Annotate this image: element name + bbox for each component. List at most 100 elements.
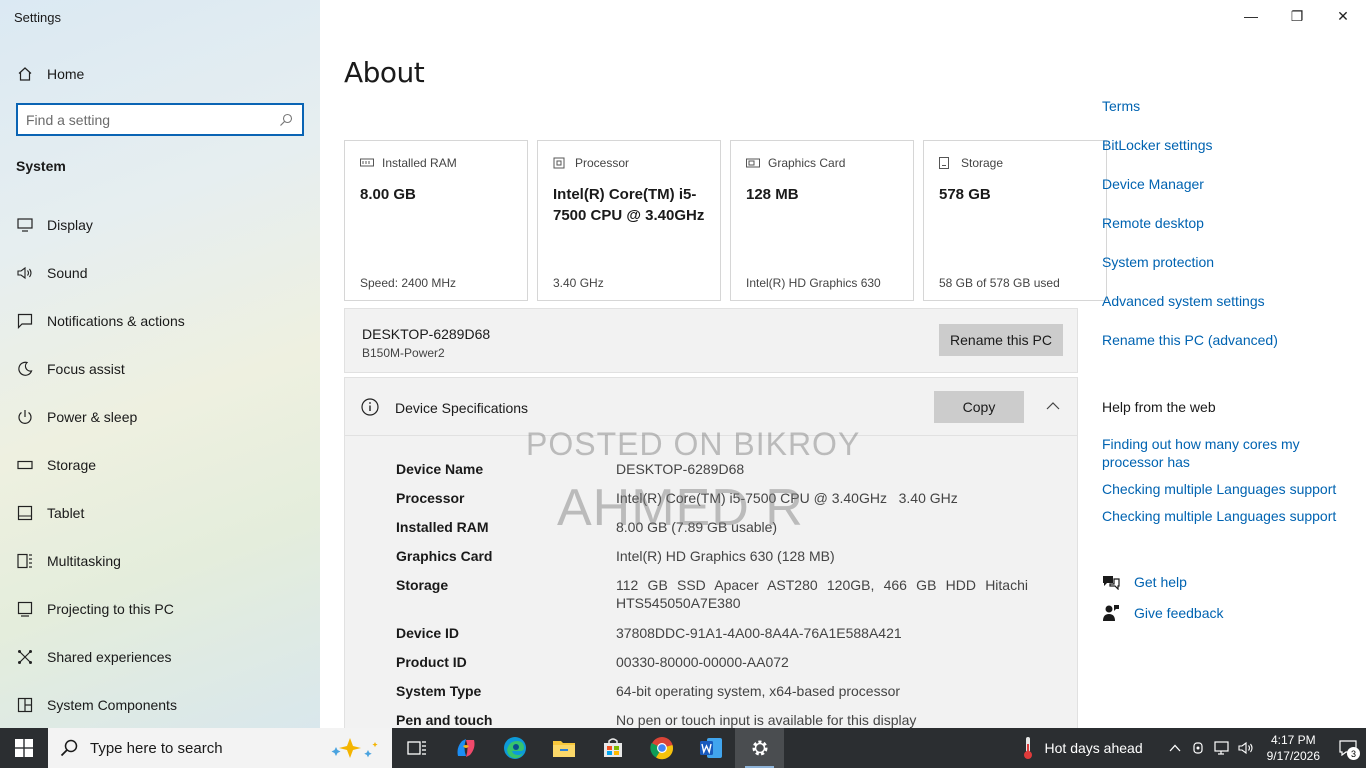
- card-value: 578 GB: [939, 186, 991, 203]
- link-system-protection[interactable]: System protection: [1102, 254, 1214, 270]
- copilot-button[interactable]: [441, 728, 490, 768]
- spec-key: Installed RAM: [396, 519, 489, 535]
- chrome-button[interactable]: [637, 728, 686, 768]
- card-label: Processor: [575, 156, 630, 170]
- close-button[interactable]: ✕: [1320, 0, 1366, 32]
- settings-search-input[interactable]: [26, 111, 278, 128]
- clock-date: 9/17/2026: [1266, 749, 1320, 763]
- device-specifications-title: Device Specifications: [395, 400, 529, 416]
- link-device-manager[interactable]: Device Manager: [1102, 176, 1204, 192]
- store-button[interactable]: [588, 728, 637, 768]
- search-icon[interactable]: [278, 112, 294, 128]
- moon-icon: [16, 360, 34, 378]
- storage-icon: [939, 157, 953, 169]
- spec-key: Processor: [396, 490, 465, 506]
- give-feedback-link[interactable]: Give feedback: [1102, 604, 1224, 622]
- link-bitlocker-settings[interactable]: BitLocker settings: [1102, 137, 1213, 153]
- sidebar-item-label: Shared experiences: [47, 649, 172, 665]
- sidebar-item-label: Tablet: [47, 505, 85, 521]
- sidebar-item-system-components[interactable]: System Components: [0, 681, 320, 728]
- start-button[interactable]: [0, 728, 48, 768]
- sidebar-item-display[interactable]: Display: [0, 201, 320, 249]
- minimize-button[interactable]: —: [1228, 0, 1274, 32]
- spec-row: Graphics Card Intel(R) HD Graphics 630 (…: [396, 547, 1036, 576]
- task-view-button[interactable]: [392, 728, 441, 768]
- notifications-button[interactable]: 3: [1330, 728, 1366, 768]
- sidebar-item-multitasking[interactable]: Multitasking: [0, 537, 320, 585]
- restore-button[interactable]: ❐: [1274, 0, 1320, 32]
- card-subtext: Intel(R) HD Graphics 630: [746, 276, 881, 290]
- device-specifications-panel: Device Specifications Copy Device Name D…: [344, 377, 1078, 737]
- ram-icon: [360, 157, 374, 169]
- volume-button[interactable]: [1235, 728, 1259, 768]
- device-specifications-header[interactable]: Device Specifications Copy: [345, 378, 1077, 436]
- settings-search-box[interactable]: [16, 103, 304, 136]
- card-value: 128 MB: [746, 186, 799, 203]
- taskbar-search-box[interactable]: Type here to search: [48, 728, 392, 768]
- sidebar-item-shared-experiences[interactable]: Shared experiences: [0, 633, 320, 681]
- card-graphics: Graphics Card 128 MB Intel(R) HD Graphic…: [730, 140, 914, 301]
- link-remote-desktop[interactable]: Remote desktop: [1102, 215, 1204, 231]
- link-languages-support-2[interactable]: Checking multiple Languages support: [1102, 507, 1342, 525]
- spec-value: 8.00 GB (7.89 GB usable): [616, 519, 778, 535]
- hardware-cards: Installed RAM 8.00 GB Speed: 2400 MHz Pr…: [344, 140, 1107, 301]
- multitask-icon: [16, 552, 34, 570]
- spec-value: Intel(R) HD Graphics 630 (128 MB): [616, 548, 835, 564]
- weather-text: Hot days ahead: [1044, 740, 1143, 756]
- settings-taskbar-button[interactable]: [735, 728, 784, 768]
- notification-count-badge: 3: [1347, 747, 1360, 760]
- window-controls: — ❐ ✕: [1228, 0, 1366, 32]
- weather-widget[interactable]: Hot days ahead: [1021, 736, 1143, 760]
- feedback-person-icon: [1102, 604, 1120, 622]
- sidebar-item-label: Power & sleep: [47, 409, 138, 425]
- spec-row: Device Name DESKTOP-6289D68: [396, 460, 1036, 489]
- sidebar-item-storage[interactable]: Storage: [0, 441, 320, 489]
- link-terms[interactable]: Terms: [1102, 98, 1140, 114]
- sidebar-item-notifications[interactable]: Notifications & actions: [0, 297, 320, 345]
- show-hidden-icons-button[interactable]: [1163, 728, 1187, 768]
- sidebar-item-projecting[interactable]: Projecting to this PC: [0, 585, 320, 633]
- card-value: 8.00 GB: [360, 186, 416, 203]
- card-header: Installed RAM: [360, 156, 457, 170]
- spec-row: Installed RAM 8.00 GB (7.89 GB usable): [396, 518, 1036, 547]
- home-nav-item[interactable]: Home: [16, 62, 84, 86]
- copilot-icon: [457, 739, 474, 757]
- card-header: Storage: [939, 156, 1003, 170]
- spec-row: Processor Intel(R) Core(TM) i5-7500 CPU …: [396, 489, 1036, 518]
- rename-pc-button[interactable]: Rename this PC: [939, 324, 1063, 356]
- sidebar-item-power-sleep[interactable]: Power & sleep: [0, 393, 320, 441]
- get-help-link[interactable]: Get help: [1102, 573, 1187, 591]
- home-label: Home: [47, 66, 85, 82]
- link-rename-pc-advanced[interactable]: Rename this PC (advanced): [1102, 332, 1278, 348]
- copy-button[interactable]: Copy: [934, 391, 1024, 423]
- folder-icon: [552, 741, 575, 757]
- network-button[interactable]: [1211, 728, 1235, 768]
- sidebar-item-label: Storage: [47, 457, 97, 473]
- spec-key: System Type: [396, 683, 482, 699]
- sidebar-item-label: Focus assist: [47, 361, 125, 377]
- thermometer-icon: [1023, 737, 1032, 759]
- card-header: Graphics Card: [746, 156, 845, 170]
- edge-button[interactable]: [490, 728, 539, 768]
- card-installed-ram: Installed RAM 8.00 GB Speed: 2400 MHz: [344, 140, 528, 301]
- meet-now-button[interactable]: [1187, 728, 1211, 768]
- clock[interactable]: 4:17 PM 9/17/2026: [1267, 732, 1320, 764]
- spec-key: Device Name: [396, 461, 484, 477]
- sidebar-item-label: Display: [47, 217, 93, 233]
- link-cores-help[interactable]: Finding out how many cores my processor …: [1102, 435, 1342, 471]
- pc-name-panel: DESKTOP-6289D68 B150M-Power2 Rename this…: [344, 308, 1078, 373]
- link-languages-support[interactable]: Checking multiple Languages support: [1102, 480, 1342, 498]
- word-icon: [699, 738, 722, 758]
- sidebar-item-sound[interactable]: Sound: [0, 249, 320, 297]
- link-advanced-system-settings[interactable]: Advanced system settings: [1102, 293, 1265, 309]
- word-button[interactable]: [686, 728, 735, 768]
- chevron-up-icon[interactable]: [1043, 396, 1063, 416]
- sidebar-item-tablet[interactable]: Tablet: [0, 489, 320, 537]
- file-explorer-button[interactable]: [539, 728, 588, 768]
- sidebar-item-focus-assist[interactable]: Focus assist: [0, 345, 320, 393]
- help-from-web-title: Help from the web: [1102, 399, 1216, 415]
- speaker-icon: [16, 264, 34, 282]
- sidebar-item-label: Notifications & actions: [47, 313, 185, 329]
- spec-value: 112 GB SSD Apacer AST280 120GB, 466 GB H…: [616, 577, 1028, 611]
- camera-icon: [1193, 742, 1203, 754]
